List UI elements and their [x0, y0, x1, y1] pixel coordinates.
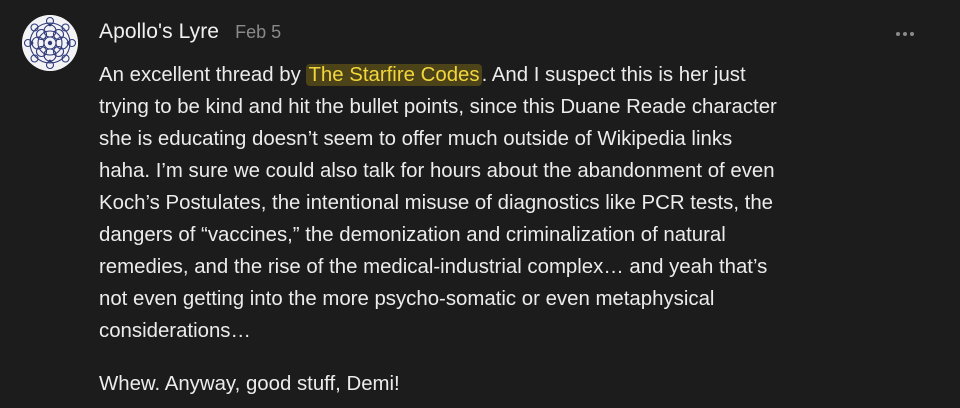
- user-mention-link[interactable]: The Starfire Codes: [306, 64, 482, 86]
- comment-body: An excellent thread by The Starfire Code…: [99, 59, 929, 400]
- comment-line: trying to be kind and hit the bullet poi…: [99, 96, 777, 118]
- comment-line: remedies, and the rise of the medical-in…: [99, 256, 768, 278]
- comment-signoff: Whew. Anyway, good stuff, Demi!: [99, 373, 400, 395]
- comment-date: Feb 5: [235, 22, 282, 42]
- more-options-button[interactable]: [890, 24, 920, 44]
- comment-line: haha. I’m sure we could also talk for ho…: [99, 160, 775, 182]
- comment-line: not even getting into the more psycho-so…: [99, 288, 715, 310]
- comment-header: Apollo's Lyre Feb 5: [99, 20, 281, 50]
- comment: Apollo's Lyre Feb 5 An excellent thread …: [0, 0, 960, 408]
- comment-line: considerations…: [99, 320, 251, 342]
- comment-line: An excellent thread by The Starfire Code…: [99, 59, 929, 91]
- comment-line: Koch’s Postulates, the intentional misus…: [99, 192, 773, 214]
- avatar-pattern-icon: [22, 15, 78, 71]
- avatar[interactable]: [22, 15, 78, 71]
- comment-line: she is educating doesn’t seem to offer m…: [99, 128, 733, 150]
- ellipsis-icon: [910, 32, 914, 36]
- ellipsis-icon: [896, 32, 900, 36]
- ellipsis-icon: [903, 32, 907, 36]
- comment-text: . And I suspect this is her just: [481, 64, 746, 86]
- comment-text: An excellent thread by: [99, 64, 307, 86]
- comment-line: dangers of “vaccines,” the demonization …: [99, 224, 726, 246]
- author-name[interactable]: Apollo's Lyre: [99, 20, 219, 44]
